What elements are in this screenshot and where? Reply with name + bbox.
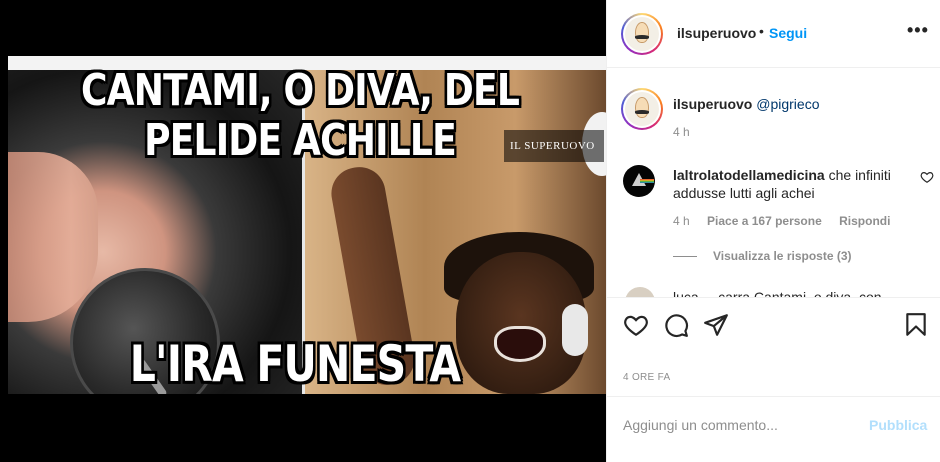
meme-headphone	[562, 304, 588, 356]
comment-icon[interactable]	[663, 312, 689, 338]
caption-time: 4 h	[673, 125, 690, 139]
post-media[interactable]: IL SUPERUOVO CANTAMI, O DIVA, DEL PELIDE…	[0, 0, 606, 462]
next-comment-partial: luca__ carra Cantami, o diva, con	[625, 285, 925, 297]
comment-text: laltrolatodellamedicina che infiniti add…	[673, 166, 913, 202]
replies-line	[673, 255, 697, 257]
post-header: ilsuperuovo • Segui •••	[607, 0, 940, 68]
view-replies-button[interactable]: Visualizza le risposte (3)	[673, 249, 852, 263]
separator-dot: •	[759, 23, 764, 39]
header-username[interactable]: ilsuperuovo	[677, 25, 756, 41]
caption-mention[interactable]: @pigrieco	[756, 96, 819, 112]
comment-like-heart-icon[interactable]	[920, 170, 934, 184]
add-comment-bar: Pubblica	[607, 396, 940, 452]
view-replies-label: Visualizza le risposte (3)	[713, 249, 852, 263]
caption-text: ilsuperuovo @pigrieco	[673, 96, 820, 112]
share-icon[interactable]	[703, 312, 729, 338]
post-side-panel: ilsuperuovo • Segui ••• ilsuperuovo @pig…	[606, 0, 940, 462]
more-horizontal-icon[interactable]: •••	[907, 20, 929, 41]
meme-caption-top: CANTAMI, O DIVA, DEL PELIDE ACHILLE	[80, 65, 520, 166]
bookmark-icon[interactable]	[903, 312, 929, 338]
comment-time: 4 h	[673, 214, 690, 228]
next-comment-text: luca__ carra Cantami, o diva, con	[673, 289, 882, 297]
caption-username[interactable]: ilsuperuovo	[673, 96, 752, 112]
egg-icon	[635, 21, 649, 43]
meme-mouth	[494, 326, 546, 362]
caption-avatar[interactable]	[621, 88, 663, 130]
mustache-icon	[634, 110, 650, 114]
mustache-icon	[634, 35, 650, 39]
publish-button[interactable]: Pubblica	[869, 417, 927, 433]
egg-icon	[635, 96, 649, 118]
comment-avatar[interactable]	[623, 165, 655, 197]
avatar[interactable]	[621, 13, 663, 55]
post-timestamp[interactable]: 4 ORE FA	[623, 372, 670, 383]
comment-meta: 4 h Piace a 167 persone Rispondi	[673, 214, 904, 228]
meme-caption-bottom: L'IRA FUNESTA	[129, 335, 461, 393]
next-comment-avatar[interactable]	[625, 287, 655, 297]
post-actions	[607, 297, 940, 355]
comments-list[interactable]: ilsuperuovo @pigrieco 4 h laltrolatodell…	[607, 69, 940, 297]
reply-button[interactable]: Rispondi	[839, 214, 890, 228]
heart-icon[interactable]	[623, 312, 649, 338]
comment-input[interactable]	[623, 411, 853, 439]
comment-likes[interactable]: Piace a 167 persone	[707, 214, 822, 228]
rainbow-icon	[640, 179, 654, 183]
follow-button[interactable]: Segui	[769, 25, 807, 41]
comment-username[interactable]: laltrolatodellamedicina	[673, 167, 825, 183]
